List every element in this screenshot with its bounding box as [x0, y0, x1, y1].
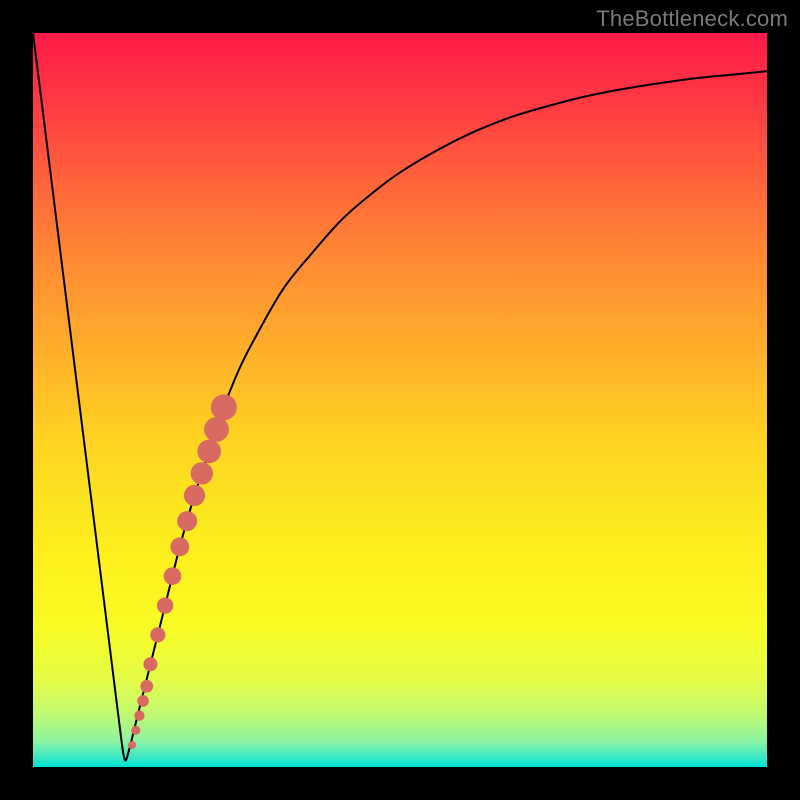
highlight-marker — [170, 537, 189, 556]
highlight-marker — [137, 695, 149, 707]
watermark-text: TheBottleneck.com — [596, 6, 788, 32]
highlight-marker — [204, 417, 229, 442]
highlight-marker — [128, 741, 136, 749]
highlight-marker — [143, 657, 157, 671]
highlight-marker — [134, 710, 144, 720]
highlight-marker — [211, 394, 237, 420]
chart-frame: TheBottleneck.com — [0, 0, 800, 800]
highlight-marker — [177, 511, 197, 531]
highlight-marker — [164, 567, 182, 585]
curve-path — [33, 33, 767, 761]
highlight-marker — [157, 597, 173, 613]
highlight-marker — [197, 440, 221, 464]
highlight-marker — [184, 485, 205, 506]
highlight-marker — [191, 462, 213, 484]
plot-area — [33, 33, 767, 767]
highlight-marker — [131, 726, 140, 735]
bottleneck-curve — [33, 33, 767, 761]
curve-svg — [33, 33, 767, 767]
highlight-marker — [150, 627, 165, 642]
highlight-marker — [140, 680, 153, 693]
highlight-markers — [128, 394, 237, 749]
